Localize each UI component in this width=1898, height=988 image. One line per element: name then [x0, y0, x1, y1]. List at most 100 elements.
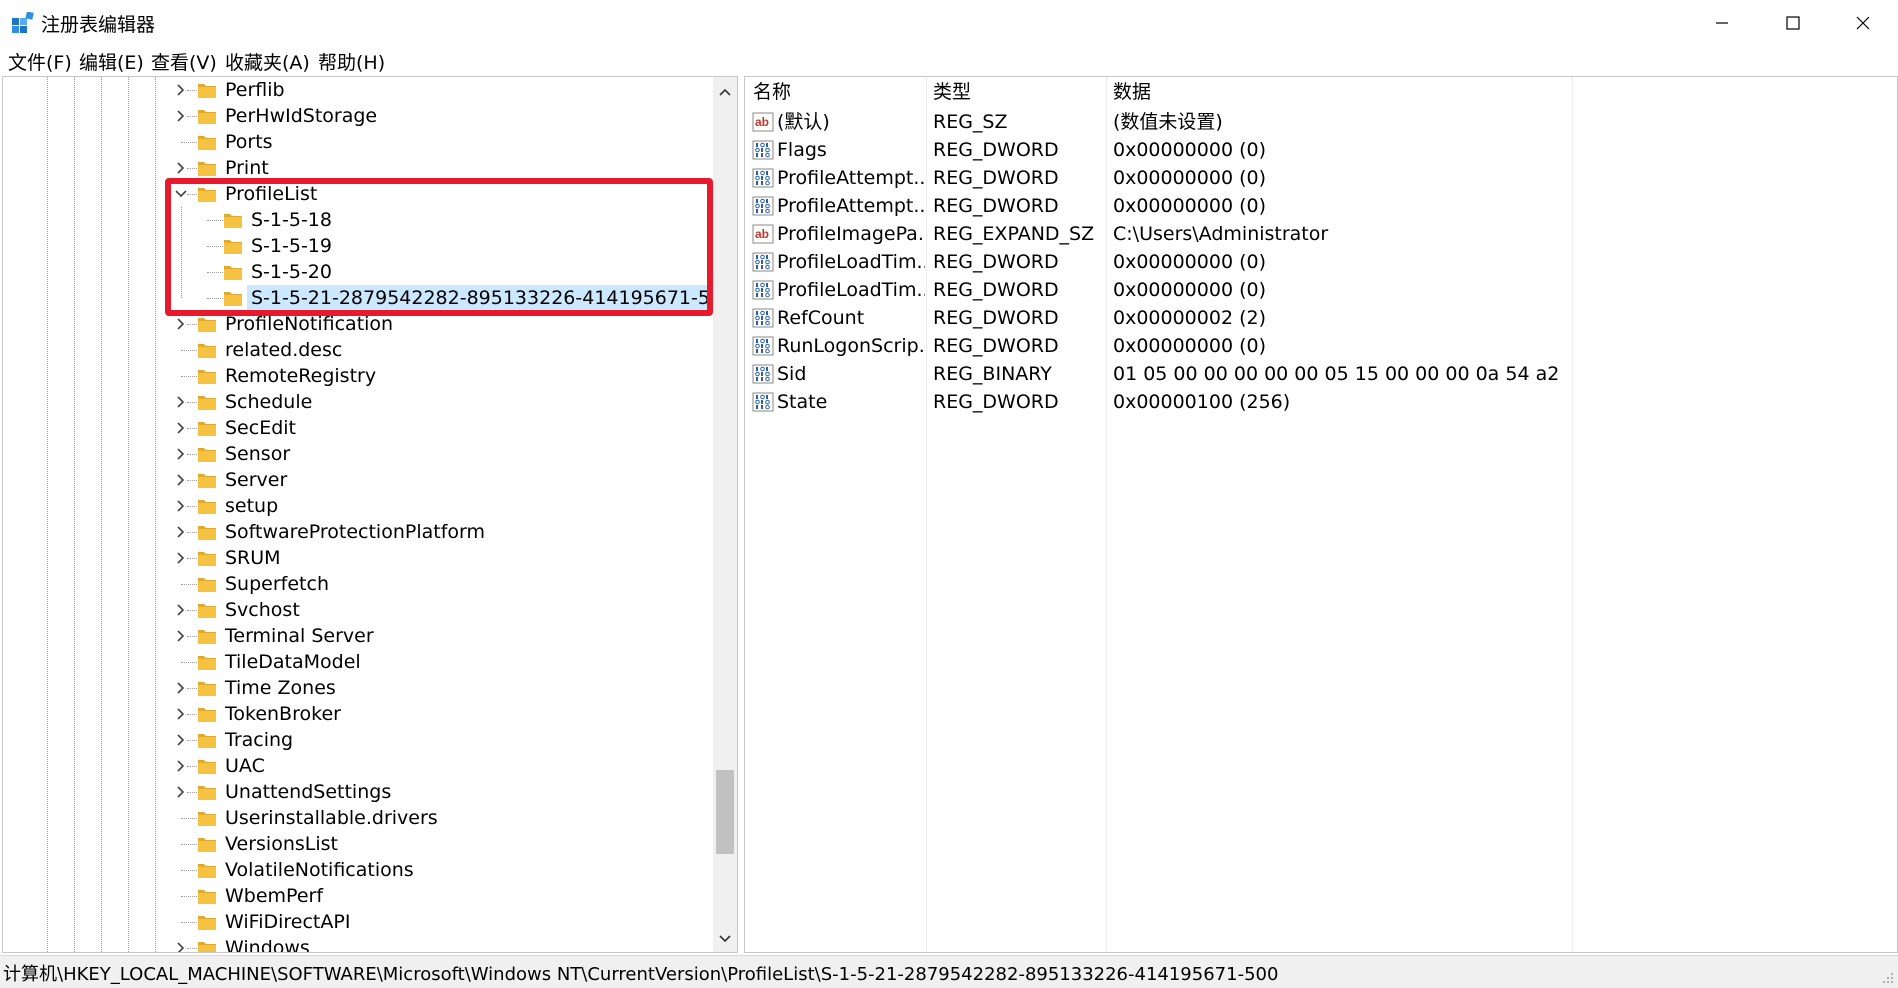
- tree-item[interactable]: VersionsList: [3, 831, 713, 857]
- tree-item[interactable]: Superfetch: [3, 571, 713, 597]
- value-row[interactable]: Sid REG_BINARY 01 05 00 00 00 00 00 05 15 …: [745, 360, 1897, 388]
- tree-item-label: Schedule: [225, 391, 313, 413]
- menu-help[interactable]: 帮助(H): [318, 48, 385, 75]
- menu-favorites[interactable]: 收藏夹(A): [225, 48, 310, 75]
- column-header-name[interactable]: 名称: [753, 77, 791, 107]
- chevron-right-icon[interactable]: [175, 630, 187, 642]
- chevron-right-icon[interactable]: [175, 474, 187, 486]
- tree-item[interactable]: ProfileNotification: [3, 311, 713, 337]
- chevron-right-icon[interactable]: [175, 526, 187, 538]
- value-row[interactable]: RefCount REG_DWORD 0x00000002 (2): [745, 304, 1897, 332]
- tree-item[interactable]: Windows: [3, 935, 713, 953]
- tree-item[interactable]: RemoteRegistry: [3, 363, 713, 389]
- chevron-right-icon[interactable]: [175, 552, 187, 564]
- tree-item[interactable]: PerHwIdStorage: [3, 103, 713, 129]
- tree-connector-line: [181, 818, 197, 819]
- maximize-button[interactable]: [1758, 0, 1828, 45]
- tree-item[interactable]: Svchost: [3, 597, 713, 623]
- tree-item-label: ProfileNotification: [225, 313, 394, 335]
- column-header-data[interactable]: 数据: [1113, 77, 1151, 107]
- menu-edit[interactable]: 编辑(E): [79, 48, 144, 75]
- chevron-right-icon[interactable]: [175, 786, 187, 798]
- tree-item-label: setup: [225, 495, 279, 517]
- menu-file[interactable]: 文件(F): [8, 48, 72, 75]
- folder-icon: [224, 214, 242, 228]
- value-row[interactable]: State REG_DWORD 0x00000100 (256): [745, 388, 1897, 416]
- tree-item-label: Sensor: [225, 443, 291, 465]
- tree-item[interactable]: SRUM: [3, 545, 713, 571]
- scroll-thumb[interactable]: [716, 770, 734, 854]
- chevron-right-icon[interactable]: [175, 500, 187, 512]
- tree-item[interactable]: TileDataModel: [3, 649, 713, 675]
- chevron-right-icon[interactable]: [175, 422, 187, 434]
- resize-grip-icon[interactable]: [1880, 970, 1894, 984]
- menu-view[interactable]: 查看(V): [151, 48, 217, 75]
- chevron-right-icon[interactable]: [175, 396, 187, 408]
- chevron-right-icon[interactable]: [175, 162, 187, 174]
- value-row[interactable]: RunLogonScrip... REG_DWORD 0x00000000 (0): [745, 332, 1897, 360]
- value-row[interactable]: ProfileAttempt... REG_DWORD 0x00000000 (0): [745, 164, 1897, 192]
- tree-item[interactable]: Perflib: [3, 77, 713, 103]
- close-icon: [1856, 16, 1870, 29]
- tree-item[interactable]: setup: [3, 493, 713, 519]
- value-row[interactable]: Flags REG_DWORD 0x00000000 (0): [745, 136, 1897, 164]
- tree-vertical-scrollbar[interactable]: [713, 77, 737, 952]
- tree-item[interactable]: Print: [3, 155, 713, 181]
- tree-item[interactable]: Time Zones: [3, 675, 713, 701]
- tree-connector-line: [187, 454, 197, 455]
- chevron-right-icon[interactable]: [175, 708, 187, 720]
- tree-item[interactable]: SoftwareProtectionPlatform: [3, 519, 713, 545]
- tree-connector-line: [181, 584, 197, 585]
- tree-item[interactable]: WbemPerf: [3, 883, 713, 909]
- tree-item[interactable]: UAC: [3, 753, 713, 779]
- chevron-down-icon[interactable]: [175, 188, 187, 200]
- value-row[interactable]: ab (默认) REG_SZ (数值未设置): [745, 108, 1897, 136]
- tree-item[interactable]: WiFiDirectAPI: [3, 909, 713, 935]
- tree-item[interactable]: Tracing: [3, 727, 713, 753]
- folder-icon: [198, 630, 216, 644]
- binary-value-icon: [752, 280, 774, 300]
- tree-item[interactable]: S-1-5-18: [3, 207, 713, 233]
- tree-item[interactable]: SecEdit: [3, 415, 713, 441]
- tree-item[interactable]: ProfileList: [3, 181, 713, 207]
- scroll-down-button[interactable]: [713, 924, 737, 952]
- scroll-up-button[interactable]: [713, 77, 737, 107]
- chevron-right-icon[interactable]: [175, 318, 187, 330]
- value-row[interactable]: ProfileLoadTim... REG_DWORD 0x00000000 (0): [745, 276, 1897, 304]
- column-header-type[interactable]: 类型: [933, 77, 971, 107]
- tree-item[interactable]: S-1-5-21-2879542282-895133226-414195671-…: [3, 285, 737, 311]
- value-row[interactable]: ProfileAttempt... REG_DWORD 0x00000000 (0): [745, 192, 1897, 220]
- value-data: 0x00000000 (0): [1113, 139, 1266, 161]
- minimize-button[interactable]: [1687, 0, 1757, 45]
- close-button[interactable]: [1828, 0, 1898, 45]
- chevron-right-icon[interactable]: [175, 448, 187, 460]
- tree-item[interactable]: VolatileNotifications: [3, 857, 713, 883]
- chevron-right-icon[interactable]: [175, 760, 187, 772]
- tree-item[interactable]: related.desc: [3, 337, 713, 363]
- tree-item[interactable]: Sensor: [3, 441, 713, 467]
- binary-value-icon: [752, 196, 774, 216]
- chevron-right-icon[interactable]: [175, 110, 187, 122]
- tree-item[interactable]: Userinstallable.drivers: [3, 805, 713, 831]
- value-data: 0x00000000 (0): [1113, 251, 1266, 273]
- tree-connector-line: [187, 506, 197, 507]
- chevron-right-icon[interactable]: [175, 734, 187, 746]
- tree-item[interactable]: Schedule: [3, 389, 713, 415]
- folder-icon: [198, 422, 216, 436]
- tree-item[interactable]: TokenBroker: [3, 701, 713, 727]
- registry-tree-pane: Perflib PerHwIdStorage Ports Print ProfileLi…: [2, 76, 738, 953]
- chevron-right-icon[interactable]: [175, 942, 187, 953]
- tree-item-label: WbemPerf: [225, 885, 324, 907]
- tree-item[interactable]: Ports: [3, 129, 713, 155]
- folder-icon: [198, 838, 216, 852]
- tree-item[interactable]: Terminal Server: [3, 623, 713, 649]
- value-row[interactable]: ab ProfileImagePa... REG_EXPAND_SZ C:\Users…: [745, 220, 1897, 248]
- chevron-right-icon[interactable]: [175, 604, 187, 616]
- tree-item[interactable]: UnattendSettings: [3, 779, 713, 805]
- chevron-right-icon[interactable]: [175, 682, 187, 694]
- tree-item[interactable]: Server: [3, 467, 713, 493]
- tree-item[interactable]: S-1-5-20: [3, 259, 713, 285]
- value-row[interactable]: ProfileLoadTim... REG_DWORD 0x00000000 (0): [745, 248, 1897, 276]
- tree-item[interactable]: S-1-5-19: [3, 233, 713, 259]
- chevron-right-icon[interactable]: [175, 84, 187, 96]
